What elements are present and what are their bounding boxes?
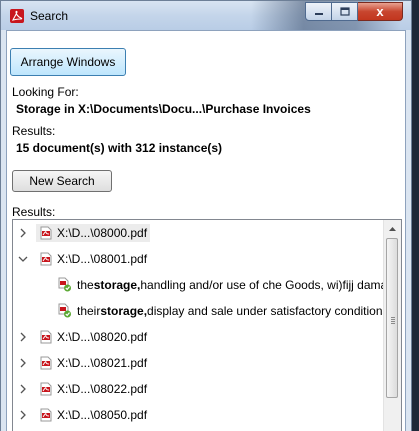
- chevron-right-icon[interactable]: [17, 331, 29, 343]
- vertical-scrollbar[interactable]: [383, 220, 401, 431]
- minimize-icon: [314, 12, 323, 15]
- new-search-button[interactable]: New Search: [12, 170, 112, 192]
- result-file-row[interactable]: X:\D...\08000.pdf: [13, 220, 384, 246]
- search-window: Search x Arrange Windows Looking For: St…: [0, 0, 412, 431]
- maximize-button[interactable]: [332, 2, 358, 21]
- results-summary: 15 document(s) with 312 instance(s): [16, 141, 223, 155]
- result-snippet-row[interactable]: the storage, handling and/or use of che …: [13, 272, 384, 298]
- result-file-row[interactable]: X:\D...\08050.pdf: [13, 402, 384, 428]
- scrollbar-grip: [391, 317, 395, 325]
- chevron-right-icon[interactable]: [17, 357, 29, 369]
- snippet-text-before: their: [77, 304, 101, 318]
- results-list-label: Results:: [12, 205, 56, 219]
- arrow-up-icon: [389, 226, 396, 231]
- window-controls: x: [305, 2, 403, 22]
- arrange-windows-button[interactable]: Arrange Windows: [10, 48, 126, 76]
- chevron-right-icon[interactable]: [17, 383, 29, 395]
- result-file-row[interactable]: X:\D...\08020.pdf: [13, 324, 384, 350]
- looking-for-label: Looking For:: [12, 85, 79, 99]
- results-count-label: Results:: [12, 124, 56, 138]
- chevron-down-icon[interactable]: [17, 253, 29, 265]
- maximize-icon: [339, 7, 350, 16]
- result-file-row[interactable]: X:\D...\08022.pdf: [13, 376, 384, 402]
- desktop-edge: [412, 0, 419, 431]
- pdf-file-icon: [39, 408, 53, 422]
- search-result-icon: [57, 277, 73, 293]
- minimize-button[interactable]: [305, 2, 332, 21]
- result-snippet-row[interactable]: their storage, display and sale under sa…: [13, 298, 384, 324]
- acrobat-icon: [10, 9, 24, 23]
- snippet-text-after: handling and/or use of che Goods, wi)fij…: [140, 278, 384, 292]
- scrollbar-thumb[interactable]: [386, 238, 398, 398]
- result-file-name: X:\D...\08020.pdf: [57, 330, 148, 344]
- chevron-right-icon[interactable]: [17, 409, 29, 421]
- result-file-name: X:\D...\08000.pdf: [57, 226, 148, 240]
- pdf-file-icon: [39, 356, 53, 370]
- snippet-text-before: the: [77, 278, 94, 292]
- result-file-row[interactable]: X:\D...\08001.pdf: [13, 246, 384, 272]
- snippet-match: storage,: [100, 304, 148, 318]
- pdf-file-icon: [39, 382, 53, 396]
- pdf-file-icon: [39, 330, 53, 344]
- scroll-up-button[interactable]: [384, 220, 401, 237]
- looking-for-value: Storage in X:\Documents\Docu...\Purchase…: [16, 102, 311, 116]
- close-icon: x: [376, 4, 384, 19]
- result-file-row[interactable]: X:\D...\08021.pdf: [13, 350, 384, 376]
- search-panel: Arrange Windows Looking For: Storage in …: [6, 30, 406, 431]
- close-button[interactable]: x: [358, 2, 403, 21]
- pdf-file-icon: [39, 226, 53, 240]
- title-bar[interactable]: Search x: [1, 1, 411, 30]
- result-file-name: X:\D...\08050.pdf: [57, 408, 148, 422]
- pdf-file-icon: [39, 252, 53, 266]
- chevron-right-icon[interactable]: [17, 227, 29, 239]
- result-file-name: X:\D...\08021.pdf: [57, 356, 148, 370]
- result-file-name: X:\D...\08001.pdf: [57, 252, 148, 266]
- window-title: Search: [30, 9, 69, 23]
- snippet-match: storage,: [93, 278, 141, 292]
- results-tree[interactable]: X:\D...\08000.pdf X:\D...\08001.pdf the st…: [12, 219, 402, 431]
- snippet-text-after: display and sale under satisfactory cond…: [147, 304, 384, 318]
- search-result-icon: [57, 303, 73, 319]
- result-file-name: X:\D...\08022.pdf: [57, 382, 148, 396]
